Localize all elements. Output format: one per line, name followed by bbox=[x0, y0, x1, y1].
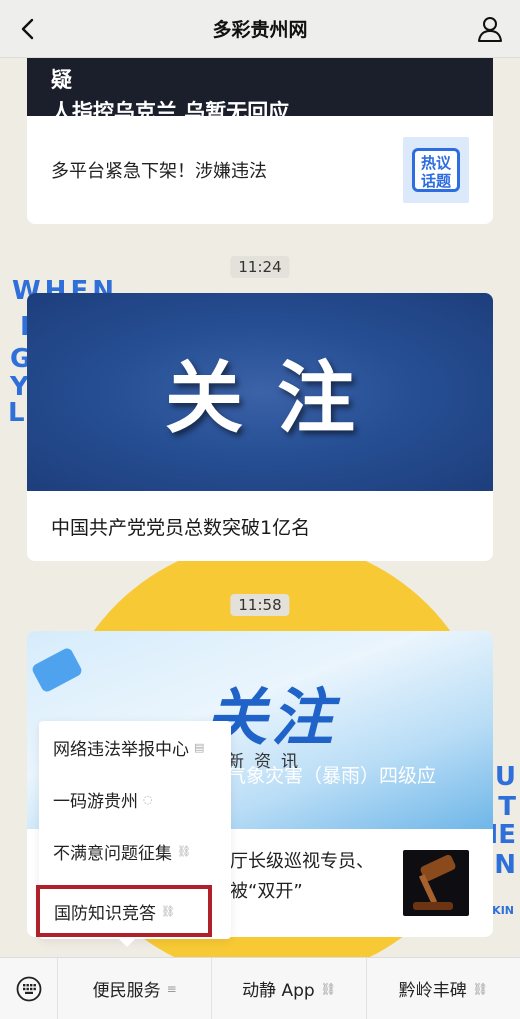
item-title-line-1: 厅长级巡视专员、 bbox=[230, 851, 374, 872]
link-icon: ⛓ bbox=[472, 981, 488, 996]
wallpaper-right-4: N bbox=[494, 850, 516, 880]
article-banner: 关注 bbox=[27, 293, 493, 491]
article-title: 中国共产党党员总数突破1亿名 bbox=[51, 516, 311, 539]
banner-text: 关注 bbox=[164, 353, 389, 444]
bottom-menu-label: 便民服务 bbox=[92, 981, 161, 1001]
menu-item-report-center[interactable]: 网络违法举报中心 ▤ bbox=[39, 721, 231, 773]
page-icon: ▤ bbox=[194, 740, 205, 754]
bottom-menu-label: 黔岭丰碑 bbox=[398, 981, 467, 1001]
keyboard-toggle-button[interactable] bbox=[0, 958, 58, 1019]
menu-item-label: 网络违法举报中心 bbox=[53, 739, 189, 760]
menu-item-label: 不满意问题征集 bbox=[53, 843, 172, 864]
wallpaper-right-2: T bbox=[498, 792, 516, 822]
back-button[interactable] bbox=[12, 13, 44, 45]
submenu-popup: 网络违法举报中心 ▤ 一码游贵州 ◌ 不满意问题征集 ⛓ 国防知识竞答 ⛓ bbox=[36, 721, 231, 947]
hot-topic-badge: 热议话题 bbox=[412, 148, 460, 192]
article-thumbnail bbox=[403, 850, 469, 916]
wallpaper-signature: KIN bbox=[492, 904, 514, 917]
link-icon: ⛓ bbox=[320, 981, 336, 996]
menu-lines-icon: ≡ bbox=[166, 981, 177, 996]
link-icon: ⛓ bbox=[177, 844, 191, 858]
item-title-line-2: 被“双开” bbox=[230, 881, 303, 902]
bottom-menu-label: 动静 App bbox=[242, 981, 315, 1001]
menu-item-defense-quiz[interactable]: 国防知识竞答 ⛓ bbox=[36, 885, 212, 937]
article-card-2[interactable]: 关注 中国共产党党员总数突破1亿名 bbox=[27, 293, 493, 561]
article-item-title: 厅长级巡视专员、 被“双开” bbox=[230, 847, 374, 907]
timestamp: 11:58 bbox=[230, 594, 290, 616]
page-title: 多彩贵州网 bbox=[212, 19, 308, 41]
user-icon bbox=[478, 17, 502, 42]
chat-icon: ◌ bbox=[143, 792, 153, 806]
wallpaper-right-1: U bbox=[494, 762, 516, 792]
top-nav-bar: 多彩贵州网 bbox=[0, 0, 520, 58]
decor-shape bbox=[30, 646, 84, 694]
timestamp: 11:24 bbox=[230, 256, 290, 278]
article-item[interactable]: 多平台紧急下架！涉嫌违法 热议话题 bbox=[27, 116, 493, 224]
gavel-base bbox=[413, 902, 453, 910]
bottom-menu-dongjing-app[interactable]: 动静 App ⛓ bbox=[212, 958, 367, 1019]
bottom-menu-bar: 便民服务 ≡ 动静 App ⛓ 黔岭丰碑 ⛓ bbox=[0, 957, 520, 1019]
article-card-1[interactable]: 致 144 死 551 伤！莫斯科州音乐厅恐袭嫌疑 人指控乌克兰 乌暂无回应 多… bbox=[27, 40, 493, 224]
article-thumbnail: 热议话题 bbox=[403, 137, 469, 203]
bottom-menu-services[interactable]: 便民服务 ≡ bbox=[58, 958, 213, 1019]
menu-item-label: 国防知识竞答 bbox=[54, 903, 156, 924]
menu-item-label: 一码游贵州 bbox=[53, 791, 138, 812]
link-icon: ⛓ bbox=[161, 904, 175, 918]
keyboard-icon bbox=[16, 976, 41, 1002]
menu-item-feedback[interactable]: 不满意问题征集 ⛓ bbox=[39, 825, 231, 877]
menu-item-guizhou-tour[interactable]: 一码游贵州 ◌ bbox=[39, 773, 231, 825]
popup-arrow bbox=[119, 939, 135, 947]
profile-button[interactable] bbox=[474, 13, 506, 45]
article-item-title: 多平台紧急下架！涉嫌违法 bbox=[51, 161, 267, 182]
chevron-left-icon bbox=[21, 18, 34, 40]
bottom-menu-qianling[interactable]: 黔岭丰碑 ⛓ bbox=[367, 958, 520, 1019]
headline-line-2: 人指控乌克兰 乌暂无回应 bbox=[51, 100, 290, 116]
wallpaper-text-5: L bbox=[8, 398, 29, 428]
article-headline: 气象灾害（暴雨）四级应 bbox=[227, 765, 437, 787]
